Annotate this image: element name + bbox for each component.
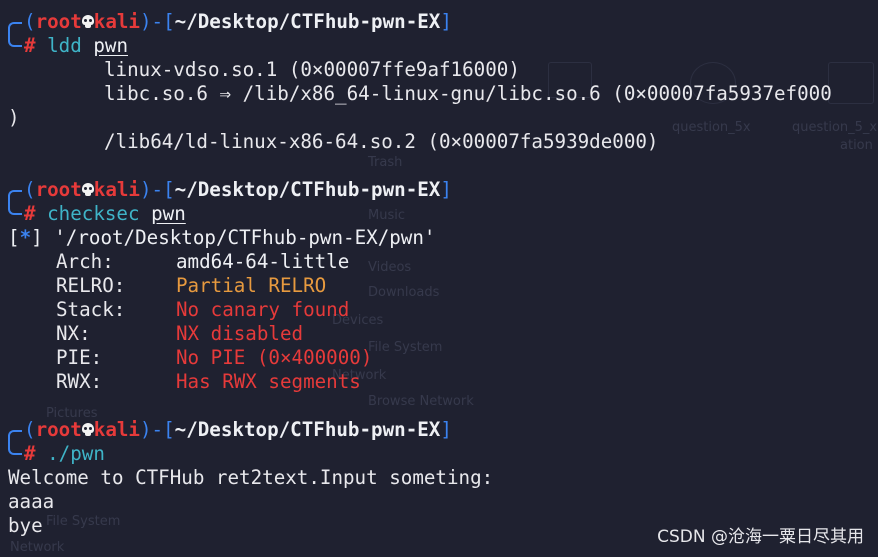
- checksec-key: RELRO:: [56, 274, 126, 297]
- prompt-bracket: ]: [440, 418, 452, 441]
- prompt-separator: )-[: [140, 10, 175, 33]
- prompt-path: ~/Desktop/CTFhub-pwn-EX: [174, 418, 441, 441]
- prompt-host: kali: [93, 178, 140, 201]
- checksec-key: PIE:: [56, 346, 103, 369]
- prompt-paren: (: [24, 418, 36, 441]
- command-argument: pwn: [93, 34, 128, 57]
- checksec-value: NX disabled: [176, 322, 304, 345]
- prompt-paren: (: [24, 178, 36, 201]
- checksec-value: Partial RELRO: [176, 274, 327, 297]
- prompt-corner: [0, 34, 24, 58]
- csdn-watermark: CSDN @沧海一粟日尽其用: [657, 527, 864, 547]
- info-bracket: [: [8, 226, 20, 249]
- command-name: ldd: [47, 34, 82, 57]
- program-input-echo: aaaa: [8, 490, 55, 513]
- output-line: ): [8, 106, 20, 129]
- checksec-value: amd64-64-little: [176, 250, 350, 273]
- checksec-value: No PIE (0×400000): [176, 346, 373, 369]
- checksec-binary-path: '/root/Desktop/CTFhub-pwn-EX/pwn': [42, 226, 436, 249]
- prompt-path: ~/Desktop/CTFhub-pwn-EX: [174, 178, 441, 201]
- command-name: ./pwn: [47, 442, 105, 465]
- program-output: bye: [8, 514, 43, 537]
- checksec-info-line: [*] '/root/Desktop/CTFhub-pwn-EX/pwn': [8, 226, 435, 250]
- prompt-corner: [0, 418, 24, 442]
- prompt-line-top: (root kali)-[~/Desktop/CTFhub-pwn-EX]: [0, 418, 452, 442]
- skull-icon: [81, 10, 94, 34]
- prompt-separator: )-[: [140, 178, 175, 201]
- prompt-corner: [0, 10, 24, 34]
- prompt-line-command: # checksec pwn: [0, 202, 186, 226]
- skull-icon: [81, 418, 94, 442]
- checksec-key: Stack:: [56, 298, 126, 321]
- output-line: /lib64/ld-linux-x86-64.so.2 (0×00007fa59…: [104, 130, 659, 153]
- program-output: Welcome to CTFHub ret2text.Input sometin…: [8, 466, 494, 489]
- terminal-window[interactable]: (root kali)-[~/Desktop/CTFhub-pwn-EX] # l…: [0, 0, 878, 557]
- prompt-paren: (: [24, 10, 36, 33]
- prompt-line-command: # ldd pwn: [0, 34, 128, 58]
- prompt-corner: [0, 442, 24, 466]
- prompt-bracket: ]: [440, 178, 452, 201]
- prompt-hash: #: [24, 442, 36, 465]
- prompt-user: root: [35, 10, 82, 33]
- prompt-corner: [0, 202, 24, 226]
- prompt-host: kali: [93, 418, 140, 441]
- prompt-line-top: (root kali)-[~/Desktop/CTFhub-pwn-EX]: [0, 178, 452, 202]
- output-line: linux-vdso.so.1 (0×00007ffe9af16000): [104, 58, 520, 81]
- prompt-line-command: # ./pwn: [0, 442, 105, 466]
- checksec-key: NX:: [56, 322, 91, 345]
- skull-icon: [81, 178, 94, 202]
- prompt-line-top: (root kali)-[~/Desktop/CTFhub-pwn-EX]: [0, 10, 452, 34]
- prompt-path: ~/Desktop/CTFhub-pwn-EX: [174, 10, 441, 33]
- output-line: libc.so.6 ⇒ /lib/x86_64-linux-gnu/libc.s…: [104, 82, 832, 105]
- command-argument: pwn: [151, 202, 186, 225]
- prompt-user: root: [35, 418, 82, 441]
- prompt-bracket: ]: [440, 10, 452, 33]
- prompt-hash: #: [24, 34, 36, 57]
- checksec-value: No canary found: [176, 298, 350, 321]
- info-star-icon: *: [19, 226, 32, 249]
- info-bracket: ]: [31, 226, 43, 249]
- prompt-user: root: [35, 178, 82, 201]
- command-name: checksec: [47, 202, 140, 225]
- prompt-separator: )-[: [140, 418, 175, 441]
- prompt-corner: [0, 178, 24, 202]
- checksec-value: Has RWX segments: [176, 370, 361, 393]
- prompt-hash: #: [24, 202, 36, 225]
- checksec-key: RWX:: [56, 370, 103, 393]
- prompt-host: kali: [93, 10, 140, 33]
- checksec-key: Arch:: [56, 250, 114, 273]
